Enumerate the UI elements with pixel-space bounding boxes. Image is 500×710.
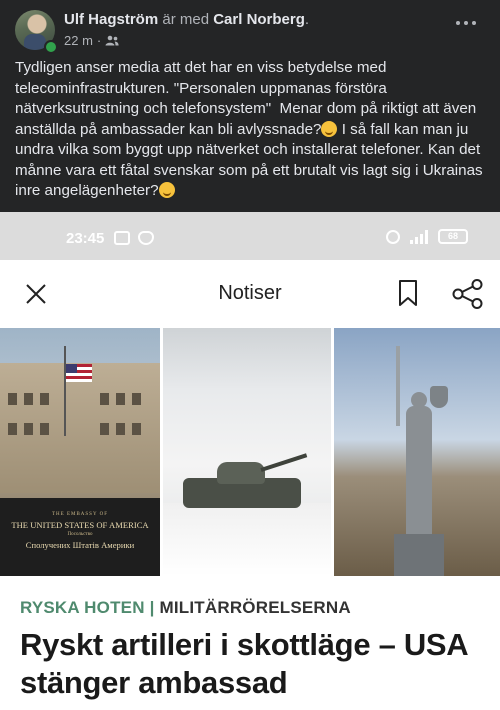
battery-icon: 68 — [438, 229, 468, 244]
author-name[interactable]: Ulf Hagström — [64, 11, 158, 28]
alarm-icon — [386, 229, 400, 244]
sign-line-3: Посольство — [67, 532, 93, 537]
us-flag-icon — [66, 364, 92, 382]
thinking-emoji-icon — [158, 182, 175, 198]
shield-icon — [138, 231, 154, 245]
smirk-emoji-icon — [321, 120, 338, 137]
tagged-suffix: . — [304, 11, 310, 28]
with-text: är med — [162, 11, 210, 28]
article-image-collage: THE EMBASSY OF THE UNITED STATES OF AMER… — [0, 328, 500, 576]
status-bar: 23:45 68 — [0, 212, 500, 260]
sign-line-4: Сполучених Штатів Америки — [25, 540, 135, 550]
tagged-name[interactable]: Carl Norberg — [213, 11, 305, 28]
more-options-button[interactable] — [456, 18, 478, 28]
app-bar: Notiser — [0, 260, 500, 328]
online-status-dot — [44, 40, 58, 54]
kicker-topic[interactable]: RYSKA HOTEN — [20, 598, 145, 617]
post-text: Tydligen anser media att det har en viss… — [15, 58, 493, 202]
bookmark-icon[interactable] — [398, 280, 418, 306]
monument-photo — [334, 328, 500, 576]
embassy-photo: THE EMBASSY OF THE UNITED STATES OF AMER… — [0, 328, 160, 576]
app-title: Notiser — [218, 282, 282, 304]
tank-photo — [163, 328, 331, 576]
embassy-sign: THE EMBASSY OF THE UNITED STATES OF AMER… — [0, 498, 160, 576]
facebook-post: Ulf Hagström är med Carl Norberg. 22 m ·… — [0, 0, 500, 212]
shared-screenshot[interactable]: 23:45 68 Notiser THE EMBASSY OF THE UNIT… — [0, 212, 500, 710]
motherland-monument-icon — [394, 346, 448, 576]
status-time: 23:45 — [66, 230, 105, 247]
article-headline[interactable]: Ryskt artilleri i skottläge – USA stänge… — [20, 626, 490, 702]
sign-line-2: THE UNITED STATES OF AMERICA — [11, 520, 149, 530]
kicker-separator: | — [144, 598, 160, 617]
meta-dot: · — [96, 33, 102, 48]
sign-line-1: THE EMBASSY OF — [51, 512, 109, 517]
article-kicker: RYSKA HOTEN | MILITÄRRÖRELSERNA — [20, 598, 351, 618]
post-header: Ulf Hagström är med Carl Norberg. — [64, 11, 309, 28]
cast-icon — [114, 231, 130, 245]
signal-icon — [410, 229, 428, 244]
post-meta: 22 m · — [64, 33, 119, 48]
tank-icon — [183, 453, 308, 514]
more-dot-icon — [456, 21, 460, 25]
post-time[interactable]: 22 m — [64, 33, 93, 48]
friends-icon — [105, 35, 119, 46]
kicker-subtopic[interactable]: MILITÄRRÖRELSERNA — [159, 598, 350, 617]
share-icon[interactable] — [452, 279, 484, 309]
